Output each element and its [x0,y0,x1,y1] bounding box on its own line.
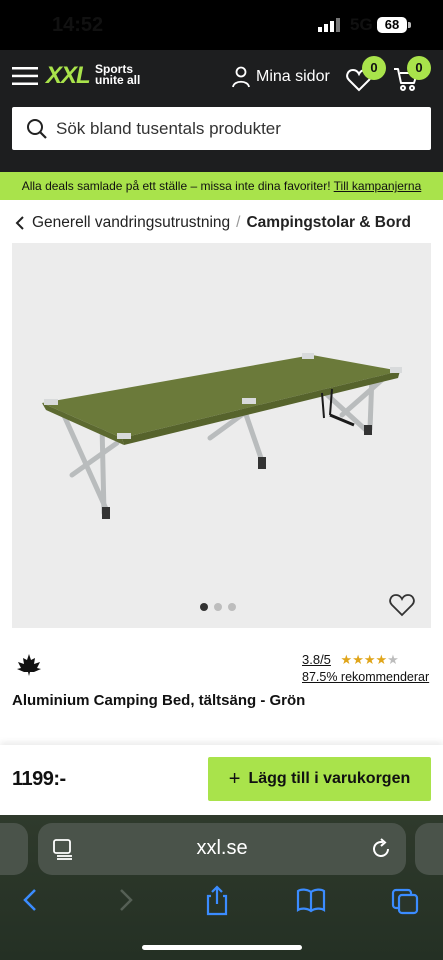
gallery-dots [200,603,236,611]
signal-icon [318,18,340,32]
back-icon[interactable] [16,884,46,916]
logo-tagline: Sports unite all [95,63,141,87]
search-input[interactable]: Sök bland tusentals produkter [12,107,431,150]
promo-banner: Alla deals samlade på ett ställe – missa… [0,172,443,200]
battery-icon: 68 [377,17,407,33]
forward-icon[interactable] [110,884,140,916]
search-icon [27,118,47,139]
product-image[interactable] [12,243,431,628]
add-to-cart-button[interactable]: + Lägg till i varukorgen [208,757,431,801]
gallery-dot[interactable] [214,603,222,611]
breadcrumb-parent[interactable]: Generell vandringsutrustning [32,214,230,232]
breadcrumb-current[interactable]: Campingstolar & Bord [246,214,410,232]
home-indicator[interactable] [142,945,302,950]
add-to-cart-label: Lägg till i varukorgen [248,770,411,787]
url-text: xxl.se [196,837,248,859]
xxl-logo[interactable]: XXL Sports unite all [46,62,146,90]
rating-stars: ★★★★★ [340,652,399,667]
gallery-dot[interactable] [200,603,208,611]
bookmarks-icon[interactable] [296,884,326,916]
rating[interactable]: 3.8/5 ★★★★★ [302,652,399,668]
chevron-left-icon[interactable] [14,215,26,231]
promo-link[interactable]: Till kampanjerna [334,179,422,193]
wishlist-count-badge: 0 [362,56,386,80]
account-link[interactable]: Mina sidor [232,66,330,88]
logo-tagline-line2: unite all [95,73,141,87]
promo-text: Alla deals samlade på ett ställe – missa… [21,179,331,193]
product-title: Aluminium Camping Bed, tältsäng - Grön [12,692,306,709]
search-placeholder: Sök bland tusentals produkter [56,118,281,138]
previous-tab-preview[interactable] [0,823,28,875]
account-label: Mina sidor [256,68,330,85]
status-time: 14:52 [52,14,104,36]
battery-tip [408,22,411,28]
network-label: 5G [350,15,373,34]
favorite-heart-icon[interactable] [389,593,415,617]
tabs-icon[interactable] [390,884,420,916]
product-price: 1199:- [12,768,66,790]
logo-wordmark: XXL [46,62,91,89]
breadcrumb: Generell vandringsutrustning / Campingst… [14,212,411,234]
cart-count-badge: 0 [407,56,431,80]
menu-icon[interactable] [12,67,38,85]
next-tab-preview[interactable] [415,823,443,875]
plus-icon: + [228,767,241,790]
gallery-dot[interactable] [228,603,236,611]
share-icon[interactable] [202,884,232,916]
brand-logo[interactable] [14,652,44,680]
maple-leaf-icon [17,654,41,676]
user-icon [232,66,250,88]
recommend-percentage[interactable]: 87.5% rekommenderar [302,670,429,684]
breadcrumb-separator: / [236,214,241,231]
camping-cot-image [42,353,402,519]
reload-icon[interactable] [370,838,392,860]
rating-score: 3.8/5 [302,652,331,667]
